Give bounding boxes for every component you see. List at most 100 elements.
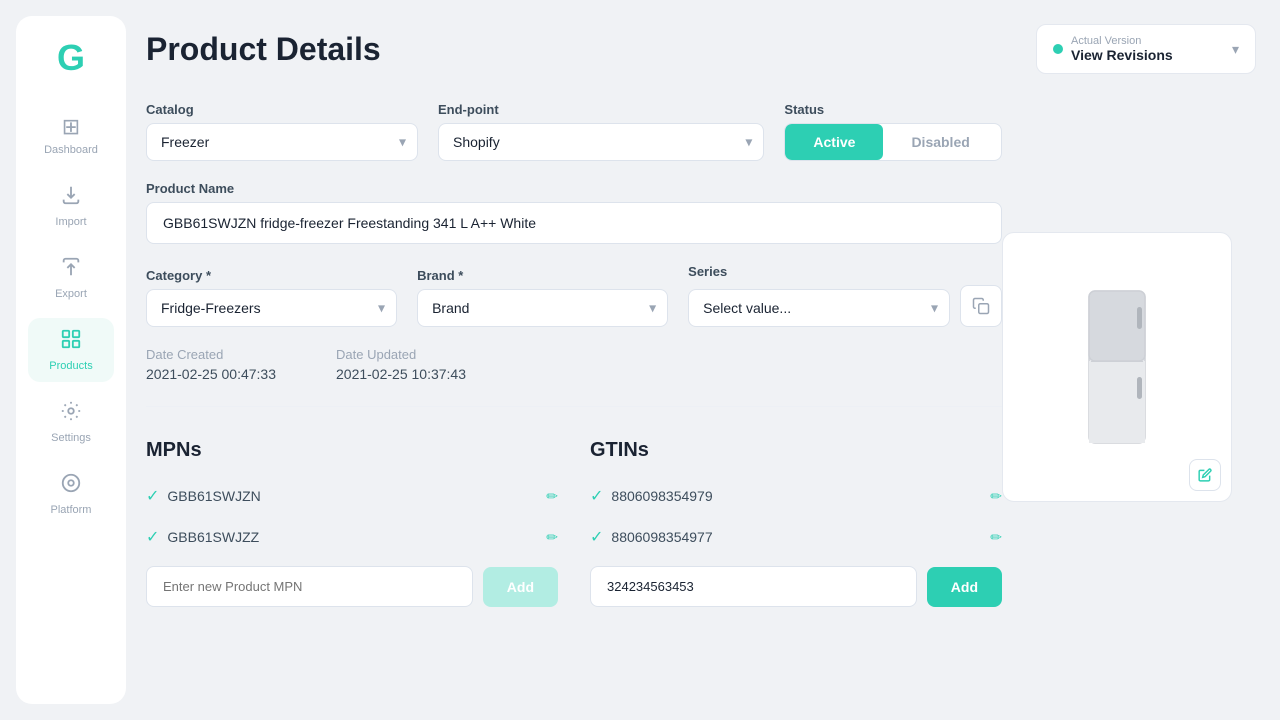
brand-label: Brand *: [417, 268, 668, 283]
list-item: ✓ 8806098354979 ✏: [590, 476, 1002, 517]
brand-group: Brand * Brand: [417, 268, 668, 327]
brand-select-wrapper: Brand: [417, 289, 668, 327]
status-disabled-button[interactable]: Disabled: [883, 124, 997, 160]
date-updated-label: Date Updated: [336, 347, 466, 362]
version-label: Actual Version: [1071, 35, 1173, 47]
logo: G: [49, 36, 93, 80]
brand-select[interactable]: Brand: [417, 289, 668, 327]
date-updated-value: 2021-02-25 10:37:43: [336, 366, 466, 382]
sidebar-item-dashboard[interactable]: ⊞ Dashboard: [28, 104, 114, 166]
mpn-add-button[interactable]: Add: [483, 567, 558, 607]
product-image-panel: [1002, 232, 1232, 502]
platform-icon: [60, 472, 82, 500]
version-value: View Revisions: [1071, 47, 1173, 63]
content-area: Catalog Freezer End-point Shopify: [146, 102, 1256, 696]
check-icon: ✓: [590, 486, 603, 506]
product-image: [1077, 287, 1157, 447]
endpoint-select[interactable]: Shopify: [438, 123, 764, 161]
page-title: Product Details: [146, 31, 381, 68]
product-name-group: Product Name: [146, 181, 1002, 244]
mpn-add-row: Add: [146, 566, 558, 607]
sidebar-item-label: Settings: [51, 432, 91, 444]
date-created-label: Date Created: [146, 347, 276, 362]
endpoint-group: End-point Shopify: [438, 102, 764, 161]
category-label: Category *: [146, 268, 397, 283]
gtin-value: 8806098354977: [611, 529, 712, 545]
import-icon: [60, 184, 82, 212]
edit-icon[interactable]: ✏: [546, 488, 558, 505]
series-select[interactable]: Select value...: [688, 289, 950, 327]
sidebar-item-label: Export: [55, 288, 87, 300]
gtins-section: GTINs ✓ 8806098354979 ✏ ✓ 8: [590, 439, 1002, 607]
dates-row: Date Created 2021-02-25 00:47:33 Date Up…: [146, 347, 1002, 382]
settings-icon: [60, 400, 82, 428]
version-dot: [1053, 44, 1063, 54]
category-group: Category * Fridge-Freezers: [146, 268, 397, 327]
series-group: Series Select value...: [688, 264, 1002, 327]
check-icon: ✓: [146, 527, 159, 547]
mpn-add-input[interactable]: [146, 566, 473, 607]
list-item: ✓ GBB61SWJZZ ✏: [146, 517, 558, 558]
status-toggle: Active Disabled: [784, 123, 1002, 161]
mpn-gtin-section: MPNs ✓ GBB61SWJZN ✏ ✓ GBB61: [146, 439, 1002, 607]
mpn-value: GBB61SWJZZ: [167, 529, 259, 545]
edit-icon[interactable]: ✏: [990, 529, 1002, 546]
product-name-label: Product Name: [146, 181, 1002, 196]
form-row-1: Catalog Freezer End-point Shopify: [146, 102, 1002, 161]
edit-icon[interactable]: ✏: [990, 488, 1002, 505]
date-updated-group: Date Updated 2021-02-25 10:37:43: [336, 347, 466, 382]
copy-button[interactable]: [960, 285, 1002, 327]
check-icon: ✓: [590, 527, 603, 547]
gtin-value: 8806098354979: [611, 488, 712, 504]
sidebar-item-products[interactable]: Products: [28, 318, 114, 382]
status-active-button[interactable]: Active: [785, 124, 883, 160]
gtin-add-input[interactable]: [590, 566, 917, 607]
date-created-group: Date Created 2021-02-25 00:47:33: [146, 347, 276, 382]
sidebar-item-label: Dashboard: [44, 144, 98, 156]
sidebar-item-label: Products: [49, 360, 92, 372]
sidebar-item-label: Platform: [51, 504, 92, 516]
sidebar-item-settings[interactable]: Settings: [28, 390, 114, 454]
mpns-title: MPNs: [146, 439, 558, 462]
divider: [146, 406, 1002, 407]
category-select-wrapper: Fridge-Freezers: [146, 289, 397, 327]
date-created-value: 2021-02-25 00:47:33: [146, 366, 276, 382]
endpoint-select-wrapper: Shopify: [438, 123, 764, 161]
edit-icon[interactable]: ✏: [546, 529, 558, 546]
form-main: Catalog Freezer End-point Shopify: [146, 102, 1002, 696]
endpoint-label: End-point: [438, 102, 764, 117]
image-edit-button[interactable]: [1189, 459, 1221, 491]
catalog-label: Catalog: [146, 102, 418, 117]
page-header: Product Details Actual Version View Revi…: [146, 24, 1256, 74]
sidebar-item-import[interactable]: Import: [28, 174, 114, 238]
check-icon: ✓: [146, 486, 159, 506]
catalog-group: Catalog Freezer: [146, 102, 418, 161]
gtins-title: GTINs: [590, 439, 1002, 462]
sidebar-item-export[interactable]: Export: [28, 246, 114, 310]
series-label: Series: [688, 264, 1002, 279]
main-content: Product Details Actual Version View Revi…: [126, 0, 1280, 720]
dashboard-icon: ⊞: [62, 114, 80, 140]
sidebar-item-label: Import: [55, 216, 86, 228]
gtin-add-row: Add: [590, 566, 1002, 607]
form-row-2: Category * Fridge-Freezers Brand * Brand: [146, 264, 1002, 327]
mpn-list: ✓ GBB61SWJZN ✏ ✓ GBB61SWJZZ ✏: [146, 476, 558, 558]
gtin-list: ✓ 8806098354979 ✏ ✓ 8806098354977 ✏: [590, 476, 1002, 558]
list-item: ✓ 8806098354977 ✏: [590, 517, 1002, 558]
sidebar: G ⊞ Dashboard Import Export Products Set…: [16, 16, 126, 704]
status-group: Status Active Disabled: [784, 102, 1002, 161]
catalog-select[interactable]: Freezer: [146, 123, 418, 161]
product-name-input[interactable]: [146, 202, 1002, 244]
status-label: Status: [784, 102, 1002, 117]
mpns-section: MPNs ✓ GBB61SWJZN ✏ ✓ GBB61: [146, 439, 558, 607]
version-selector[interactable]: Actual Version View Revisions ▾: [1036, 24, 1256, 74]
export-icon: [60, 256, 82, 284]
chevron-down-icon: ▾: [1232, 41, 1239, 58]
gtin-add-button[interactable]: Add: [927, 567, 1002, 607]
list-item: ✓ GBB61SWJZN ✏: [146, 476, 558, 517]
series-row: Select value...: [688, 285, 1002, 327]
category-select[interactable]: Fridge-Freezers: [146, 289, 397, 327]
sidebar-item-platform[interactable]: Platform: [28, 462, 114, 526]
catalog-select-wrapper: Freezer: [146, 123, 418, 161]
products-icon: [60, 328, 82, 356]
